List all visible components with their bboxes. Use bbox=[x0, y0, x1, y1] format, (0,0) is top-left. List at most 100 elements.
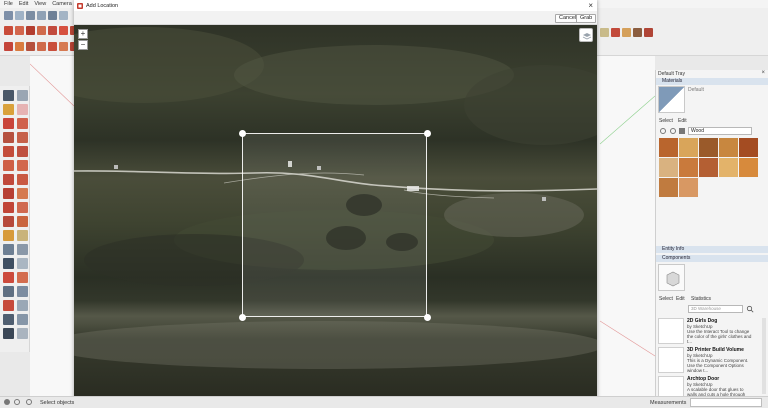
polygon-tool-icon[interactable] bbox=[17, 146, 28, 157]
extension-icon[interactable] bbox=[611, 28, 620, 37]
top-view-icon[interactable] bbox=[26, 11, 35, 20]
material-swatch[interactable] bbox=[679, 178, 698, 197]
pie-icon[interactable] bbox=[17, 174, 28, 185]
selection-handle-bottom-left[interactable] bbox=[239, 314, 246, 321]
location-selection-region[interactable] bbox=[242, 133, 427, 317]
tape-tool-icon[interactable] bbox=[3, 230, 14, 241]
display-section-icon[interactable] bbox=[17, 328, 28, 339]
search-icon[interactable] bbox=[746, 305, 754, 313]
material-swatch[interactable] bbox=[659, 138, 678, 157]
arc-icon[interactable] bbox=[15, 26, 24, 35]
layers-icon[interactable] bbox=[579, 28, 593, 42]
pushpull-icon[interactable] bbox=[59, 26, 68, 35]
pushpull-tool-icon[interactable] bbox=[17, 188, 28, 199]
geo-icon[interactable] bbox=[14, 399, 20, 405]
rect-tool-icon[interactable] bbox=[3, 132, 14, 143]
orbit-icon[interactable] bbox=[3, 272, 14, 283]
material-swatch[interactable] bbox=[719, 138, 738, 157]
back-icon[interactable] bbox=[660, 128, 666, 134]
warehouse-icon[interactable] bbox=[600, 28, 609, 37]
zoom-icon[interactable] bbox=[3, 286, 14, 297]
components-tab-select[interactable]: Select bbox=[659, 296, 673, 302]
material-swatch[interactable] bbox=[679, 138, 698, 157]
forward-icon[interactable] bbox=[670, 128, 676, 134]
offset-tool-icon[interactable] bbox=[17, 216, 28, 227]
pan-icon[interactable] bbox=[17, 272, 28, 283]
components-tab-statistics[interactable]: Statistics bbox=[691, 296, 711, 302]
dimension-icon[interactable] bbox=[37, 42, 46, 51]
3d-text-icon[interactable] bbox=[17, 258, 28, 269]
grab-button[interactable]: Grab bbox=[576, 14, 597, 23]
axes-tool-icon[interactable] bbox=[3, 258, 14, 269]
circle-tool-icon[interactable] bbox=[3, 146, 14, 157]
tape-icon[interactable] bbox=[26, 42, 35, 51]
arrow-select-icon[interactable] bbox=[3, 90, 14, 101]
satellite-map[interactable]: + − bbox=[74, 25, 597, 408]
menu-camera[interactable]: Camera bbox=[52, 1, 72, 7]
pencil-icon[interactable] bbox=[3, 118, 14, 129]
iso-view-icon[interactable] bbox=[37, 11, 46, 20]
eraser-icon[interactable] bbox=[17, 104, 28, 115]
select-icon[interactable] bbox=[4, 11, 13, 20]
text-icon[interactable] bbox=[59, 42, 68, 51]
measurements-input[interactable] bbox=[690, 398, 762, 407]
circle-icon[interactable] bbox=[37, 26, 46, 35]
front-view-icon[interactable] bbox=[48, 11, 57, 20]
components-scrollbar[interactable] bbox=[762, 318, 766, 394]
right-view-icon[interactable] bbox=[59, 11, 68, 20]
components-header[interactable]: Components bbox=[656, 255, 768, 262]
rectangle-icon[interactable] bbox=[26, 26, 35, 35]
three-point-arc-icon[interactable] bbox=[3, 174, 14, 185]
polygon-icon[interactable] bbox=[48, 26, 57, 35]
component-search-input[interactable]: 3D Warehouse bbox=[688, 305, 743, 313]
close-icon[interactable]: × bbox=[588, 1, 593, 10]
materials-tab-edit[interactable]: Edit bbox=[678, 118, 687, 124]
section-plane-icon[interactable] bbox=[3, 328, 14, 339]
arc-tool-icon[interactable] bbox=[3, 160, 14, 171]
material-swatch[interactable] bbox=[659, 158, 678, 177]
location-icon[interactable] bbox=[622, 28, 631, 37]
protractor-icon[interactable] bbox=[48, 42, 57, 51]
tray-close-icon[interactable]: × bbox=[761, 70, 765, 76]
position-camera-icon[interactable] bbox=[17, 314, 28, 325]
look-around-icon[interactable] bbox=[3, 314, 14, 325]
dimension-tool-icon[interactable] bbox=[17, 230, 28, 241]
protractor-tool-icon[interactable] bbox=[3, 244, 14, 255]
followme-icon[interactable] bbox=[17, 202, 28, 213]
materials-tab-select[interactable]: Select bbox=[659, 118, 673, 124]
line-icon[interactable] bbox=[4, 26, 13, 35]
text-tool-icon[interactable] bbox=[17, 244, 28, 255]
rotated-rect-icon[interactable] bbox=[17, 132, 28, 143]
move-tool-icon[interactable] bbox=[3, 188, 14, 199]
material-swatch[interactable] bbox=[719, 158, 738, 177]
components-tab-edit[interactable]: Edit bbox=[676, 296, 685, 302]
home-icon[interactable] bbox=[679, 128, 685, 134]
user-icon[interactable] bbox=[26, 399, 32, 405]
ruby-icon[interactable] bbox=[644, 28, 653, 37]
material-swatch[interactable] bbox=[659, 178, 678, 197]
offset-icon[interactable] bbox=[15, 42, 24, 51]
info-icon[interactable] bbox=[4, 399, 10, 405]
component-item[interactable]: 3D Printer Build Volume by SketchUp This… bbox=[658, 347, 754, 374]
menu-file[interactable]: File bbox=[4, 1, 13, 7]
zoom-extents-icon[interactable] bbox=[3, 300, 14, 311]
scale-icon[interactable] bbox=[4, 42, 13, 51]
cube-icon[interactable] bbox=[15, 11, 24, 20]
material-swatch[interactable] bbox=[739, 138, 758, 157]
scale-tool-icon[interactable] bbox=[3, 216, 14, 227]
walk-icon[interactable] bbox=[17, 300, 28, 311]
selection-handle-top-right[interactable] bbox=[424, 130, 431, 137]
sandbox-icon[interactable] bbox=[633, 28, 642, 37]
material-swatch[interactable] bbox=[679, 158, 698, 177]
rotate-tool-icon[interactable] bbox=[3, 202, 14, 213]
menu-view[interactable]: View bbox=[34, 1, 46, 7]
component-item[interactable]: 2D Girls Dog by SketchUp Use the Interac… bbox=[658, 318, 754, 345]
material-swatch[interactable] bbox=[739, 158, 758, 177]
make-component-icon[interactable] bbox=[17, 90, 28, 101]
zoom-window-icon[interactable] bbox=[17, 286, 28, 297]
collection-select[interactable]: Wood bbox=[688, 127, 752, 135]
selection-handle-top-left[interactable] bbox=[239, 130, 246, 137]
selection-handle-bottom-right[interactable] bbox=[424, 314, 431, 321]
material-swatch[interactable] bbox=[699, 158, 718, 177]
menu-edit[interactable]: Edit bbox=[19, 1, 28, 7]
